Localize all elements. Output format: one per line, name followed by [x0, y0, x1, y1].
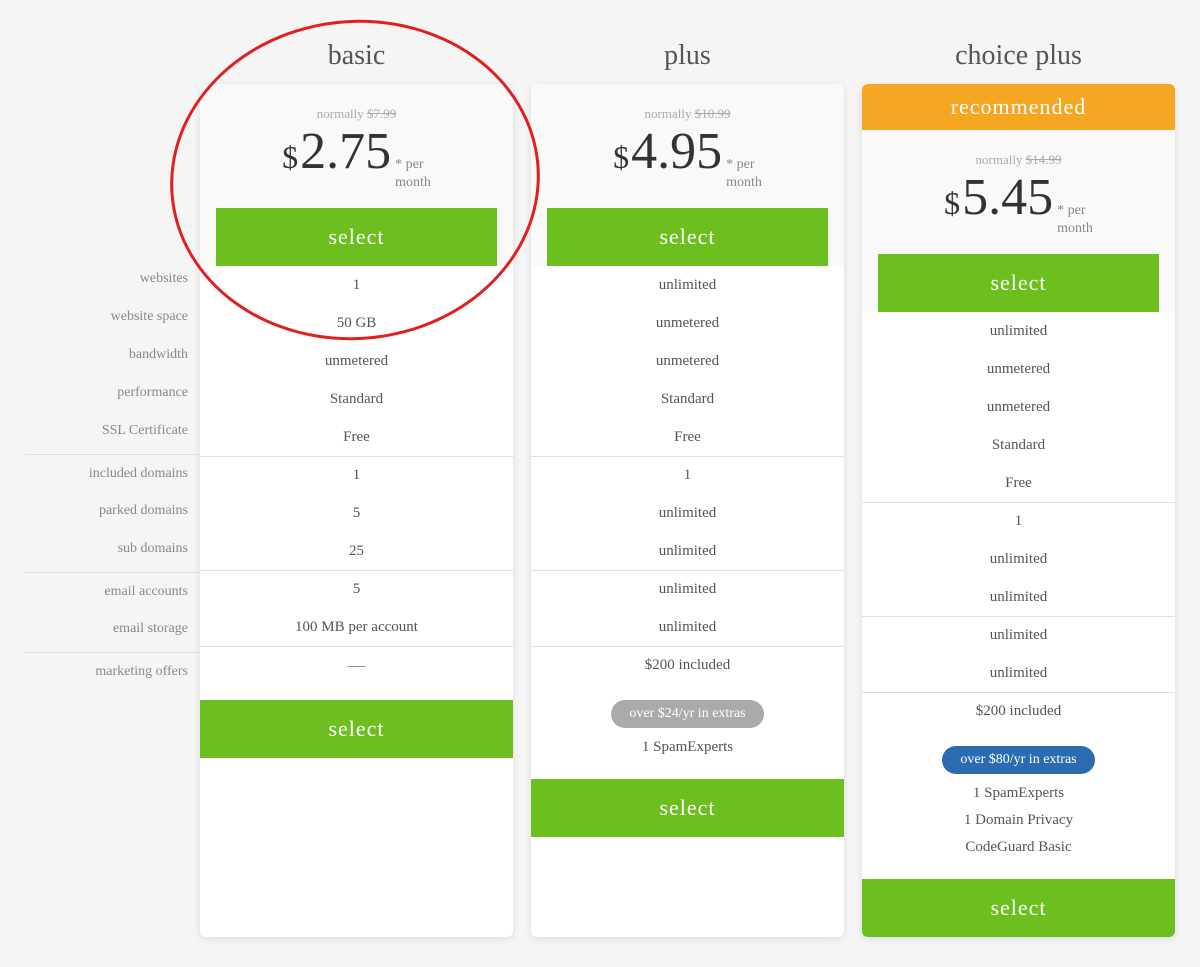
basic-dollar: $ — [282, 139, 298, 176]
choice-plus-bandwidth: unmetered — [862, 388, 1175, 426]
choice-plus-price-row: $ 5.45 * permonth — [878, 172, 1159, 238]
choice-plus-amount: 5.45 — [962, 172, 1053, 224]
basic-email-accounts: 5 — [200, 570, 513, 608]
choice-plus-marketing: $200 included — [862, 692, 1175, 730]
choice-plus-included-domains: 1 — [862, 502, 1175, 540]
plus-websites: unlimited — [531, 266, 844, 304]
plan-basic: basic normally $7.99 $ 2.75 * permonth s… — [200, 30, 513, 937]
basic-included-domains: 1 — [200, 456, 513, 494]
label-sub-domains: sub domains — [25, 530, 200, 568]
basic-title: basic — [200, 30, 513, 84]
choice-plus-normally: normally $14.99 — [878, 152, 1159, 168]
choice-plus-select-top[interactable]: select — [878, 254, 1159, 312]
basic-price-section: normally $7.99 $ 2.75 * permonth select — [200, 84, 513, 266]
basic-card: normally $7.99 $ 2.75 * permonth select … — [200, 84, 513, 937]
plus-marketing: $200 included — [531, 646, 844, 684]
label-email-accounts: email accounts — [25, 572, 200, 610]
plus-price-section: normally $10.99 $ 4.95 * permonth select — [531, 84, 844, 266]
choice-plus-title: choice plus — [862, 30, 1175, 84]
plus-parked-domains: unlimited — [531, 494, 844, 532]
choice-plus-space: unmetered — [862, 350, 1175, 388]
basic-performance: Standard — [200, 380, 513, 418]
plus-normally: normally $10.99 — [547, 106, 828, 122]
basic-marketing: — — [200, 646, 513, 684]
basic-normal-price: $7.99 — [367, 106, 396, 121]
plus-performance: Standard — [531, 380, 844, 418]
plus-dollar: $ — [613, 139, 629, 176]
plus-price-row: $ 4.95 * permonth — [547, 126, 828, 192]
plus-space: unmetered — [531, 304, 844, 342]
basic-space: 50 GB — [200, 304, 513, 342]
plus-ssl: Free — [531, 418, 844, 456]
plus-suffix: * permonth — [726, 156, 762, 192]
choice-plus-card: recommended normally $14.99 $ 5.45 * per… — [862, 84, 1175, 937]
basic-amount: 2.75 — [300, 126, 391, 178]
plus-email-accounts: unlimited — [531, 570, 844, 608]
label-bandwidth: bandwidth — [25, 336, 200, 374]
label-website-space: website space — [25, 298, 200, 336]
choice-plus-spam-experts: 1 SpamExperts — [878, 780, 1159, 807]
recommended-banner: recommended — [862, 84, 1175, 130]
basic-email-storage: 100 MB per account — [200, 608, 513, 646]
label-marketing-offers: marketing offers — [25, 652, 200, 690]
pricing-wrapper: websites website space bandwidth perform… — [25, 30, 1175, 937]
plus-card: normally $10.99 $ 4.95 * permonth select… — [531, 84, 844, 937]
basic-normally: normally $7.99 — [216, 106, 497, 122]
plus-amount: 4.95 — [631, 126, 722, 178]
choice-plus-ssl: Free — [862, 464, 1175, 502]
choice-plus-extras: over $80/yr in extras 1 SpamExperts 1 Do… — [862, 730, 1175, 871]
choice-plus-suffix: * permonth — [1057, 202, 1093, 238]
basic-price-row: $ 2.75 * permonth — [216, 126, 497, 192]
choice-plus-normal-price: $14.99 — [1026, 152, 1062, 167]
choice-plus-features: unlimited unmetered unmetered Standard F… — [862, 312, 1175, 730]
choice-plus-dollar: $ — [944, 185, 960, 222]
basic-ssl: Free — [200, 418, 513, 456]
basic-features: 1 50 GB unmetered Standard Free 1 5 25 5… — [200, 266, 513, 684]
choice-plus-codeguard: CodeGuard Basic — [878, 834, 1159, 861]
basic-websites: 1 — [200, 266, 513, 304]
label-performance: performance — [25, 374, 200, 412]
choice-plus-performance: Standard — [862, 426, 1175, 464]
plans-container: basic normally $7.99 $ 2.75 * permonth s… — [200, 30, 1175, 937]
basic-select-top[interactable]: select — [216, 208, 497, 266]
choice-plus-parked-domains: unlimited — [862, 540, 1175, 578]
choice-plus-extras-badge: over $80/yr in extras — [942, 746, 1094, 774]
label-ssl: SSL Certificate — [25, 412, 200, 450]
plus-select-top[interactable]: select — [547, 208, 828, 266]
basic-parked-domains: 5 — [200, 494, 513, 532]
basic-sub-domains: 25 — [200, 532, 513, 570]
choice-plus-domain-privacy: 1 Domain Privacy — [878, 807, 1159, 834]
plan-plus: plus normally $10.99 $ 4.95 * permonth s… — [531, 30, 844, 937]
plan-choice-plus: choice plus recommended normally $14.99 … — [862, 30, 1175, 937]
plus-extras-badge: over $24/yr in extras — [611, 700, 763, 728]
plus-bandwidth: unmetered — [531, 342, 844, 380]
choice-plus-sub-domains: unlimited — [862, 578, 1175, 616]
plus-select-bottom[interactable]: select — [531, 779, 844, 837]
choice-plus-price-section: normally $14.99 $ 5.45 * permonth select — [862, 130, 1175, 312]
basic-suffix: * permonth — [395, 156, 431, 192]
label-websites: websites — [25, 260, 200, 298]
plus-title: plus — [531, 30, 844, 84]
label-included-domains: included domains — [25, 454, 200, 492]
basic-bandwidth: unmetered — [200, 342, 513, 380]
choice-plus-email-accounts: unlimited — [862, 616, 1175, 654]
plus-features: unlimited unmetered unmetered Standard F… — [531, 266, 844, 684]
plus-extras: over $24/yr in extras 1 SpamExperts — [531, 684, 844, 771]
plus-normal-price: $10.99 — [695, 106, 731, 121]
choice-plus-websites: unlimited — [862, 312, 1175, 350]
feature-labels: websites website space bandwidth perform… — [25, 30, 200, 690]
label-email-storage: email storage — [25, 610, 200, 648]
plus-included-domains: 1 — [531, 456, 844, 494]
plus-sub-domains: unlimited — [531, 532, 844, 570]
label-parked-domains: parked domains — [25, 492, 200, 530]
choice-plus-select-bottom[interactable]: select — [862, 879, 1175, 937]
choice-plus-email-storage: unlimited — [862, 654, 1175, 692]
plus-email-storage: unlimited — [531, 608, 844, 646]
basic-select-bottom[interactable]: select — [200, 700, 513, 758]
plus-spam-experts: 1 SpamExperts — [547, 734, 828, 761]
